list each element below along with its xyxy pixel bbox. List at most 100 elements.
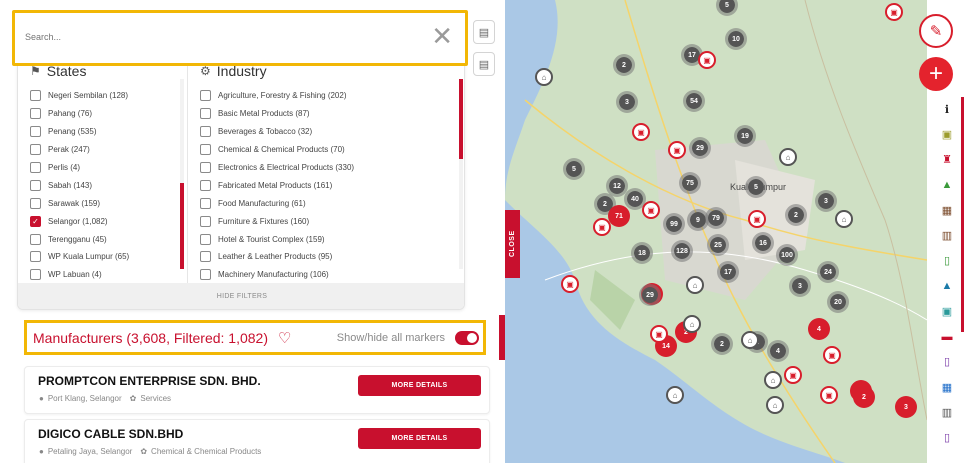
- office-marker[interactable]: ⌂: [766, 396, 784, 414]
- books-icon[interactable]: ▯: [938, 353, 956, 371]
- heart-icon[interactable]: ♡: [278, 329, 291, 347]
- filter-option[interactable]: ✓ Selangor (1,082): [30, 212, 129, 230]
- filter-checkbox[interactable]: [200, 126, 211, 138]
- filter-option[interactable]: Negeri Sembilan (128): [30, 87, 129, 105]
- factory-marker[interactable]: ▣: [748, 210, 766, 228]
- office-marker[interactable]: ⌂: [683, 315, 701, 333]
- filter-option[interactable]: Electronics & Electrical Products (330): [200, 159, 354, 177]
- map-cluster[interactable]: 99: [663, 213, 685, 235]
- factory-marker[interactable]: ▣: [885, 3, 903, 21]
- filter-option[interactable]: Sabah (143): [30, 176, 129, 194]
- office-marker[interactable]: ⌂: [779, 148, 797, 166]
- office-marker[interactable]: ⌂: [686, 276, 704, 294]
- education-icon[interactable]: ▲: [938, 176, 956, 194]
- map-cluster[interactable]: 3: [616, 91, 638, 113]
- map-cluster[interactable]: 3: [789, 275, 811, 297]
- filter-option[interactable]: Agriculture, Forestry & Fishing (202): [200, 87, 354, 105]
- filter-option[interactable]: Fabricated Metal Products (161): [200, 176, 354, 194]
- map-cluster[interactable]: 4: [767, 340, 789, 362]
- filter-option[interactable]: WP Kuala Lumpur (65): [30, 248, 129, 266]
- states-scrollbar[interactable]: [180, 79, 184, 269]
- map-cluster[interactable]: 2: [613, 54, 635, 76]
- filter-option[interactable]: Food Manufacturing (61): [200, 194, 354, 212]
- office-marker[interactable]: ⌂: [764, 371, 782, 389]
- filter-checkbox[interactable]: [30, 162, 41, 173]
- filter-checkbox[interactable]: [30, 90, 41, 102]
- filter-checkbox[interactable]: [200, 90, 211, 102]
- map-cluster[interactable]: 16: [752, 232, 774, 254]
- map-cluster[interactable]: 20: [827, 291, 849, 313]
- map-cluster[interactable]: 19: [734, 125, 756, 147]
- more-details-button[interactable]: MORE DETAILS: [358, 375, 481, 396]
- manufacturer-name[interactable]: DIGICO CABLE SDN.BHD: [38, 427, 183, 441]
- map-cluster[interactable]: 54: [683, 90, 705, 112]
- factory-marker[interactable]: ▣: [561, 275, 579, 293]
- map-cluster[interactable]: 79: [705, 207, 727, 229]
- map-cluster[interactable]: 4: [808, 318, 830, 340]
- map-cluster[interactable]: 75: [679, 172, 701, 194]
- factory-marker[interactable]: ▣: [784, 366, 802, 384]
- filter-checkbox[interactable]: [200, 233, 211, 245]
- building-icon[interactable]: ♜: [938, 151, 956, 169]
- filter-option[interactable]: Sarawak (159): [30, 194, 129, 212]
- filter-checkbox[interactable]: [200, 179, 211, 191]
- archive-icon[interactable]: ▯: [938, 429, 956, 447]
- filter-option[interactable]: Perak (247): [30, 141, 129, 159]
- factory-marker[interactable]: ▣: [698, 51, 716, 69]
- filter-option[interactable]: Hotel & Tourist Complex (159): [200, 230, 354, 248]
- map-cluster[interactable]: 17: [717, 261, 739, 283]
- filter-checkbox[interactable]: [30, 233, 41, 245]
- industry-scrollbar-thumb[interactable]: [459, 79, 463, 159]
- filter-option[interactable]: Chemical & Chemical Products (70): [200, 141, 354, 159]
- filter-checkbox[interactable]: [30, 126, 41, 138]
- map-cluster[interactable]: 128: [671, 240, 693, 262]
- map-cluster[interactable]: 25: [707, 234, 729, 256]
- map-cluster[interactable]: 3: [895, 396, 917, 418]
- ship-icon[interactable]: ▬: [938, 328, 956, 346]
- factory-marker[interactable]: ▣: [820, 386, 838, 404]
- filter-option[interactable]: Furniture & Fixtures (160): [200, 212, 354, 230]
- filter-option[interactable]: Leather & Leather Products (95): [200, 248, 354, 266]
- factory-marker[interactable]: ▣: [650, 325, 668, 343]
- filter-checkbox[interactable]: [200, 162, 211, 173]
- office-marker[interactable]: ⌂: [741, 331, 759, 349]
- filter-checkbox[interactable]: [30, 108, 41, 120]
- factory-icon[interactable]: ▦: [938, 201, 956, 219]
- filter-checkbox[interactable]: ✓: [30, 215, 41, 227]
- filter-option[interactable]: Beverages & Tobacco (32): [200, 123, 354, 141]
- map-cluster[interactable]: 5: [745, 176, 767, 198]
- train-icon[interactable]: ▣: [938, 302, 956, 320]
- filter-option[interactable]: Machinery Manufacturing (106): [200, 266, 354, 284]
- map-cluster[interactable]: 29: [639, 284, 661, 306]
- hide-filters-button[interactable]: HIDE FILTERS: [18, 283, 464, 309]
- more-details-button[interactable]: MORE DETAILS: [358, 428, 481, 449]
- bus-icon[interactable]: ▣: [938, 125, 956, 143]
- map-cluster[interactable]: 10: [725, 28, 747, 50]
- map-cluster[interactable]: 24: [817, 261, 839, 283]
- filter-option[interactable]: Terengganu (45): [30, 230, 129, 248]
- factory-marker[interactable]: ▣: [642, 201, 660, 219]
- office-marker[interactable]: ⌂: [535, 68, 553, 86]
- factory-marker[interactable]: ▣: [593, 218, 611, 236]
- filter-checkbox[interactable]: [30, 269, 41, 281]
- add-button[interactable]: +: [919, 57, 953, 91]
- filter-option[interactable]: WP Labuan (4): [30, 266, 129, 284]
- factory-marker[interactable]: ▣: [668, 141, 686, 159]
- factory-marker[interactable]: ▣: [823, 346, 841, 364]
- filter-checkbox[interactable]: [200, 269, 211, 281]
- filter-checkbox[interactable]: [30, 251, 41, 263]
- filter-option[interactable]: Basic Metal Products (87): [200, 105, 354, 123]
- map-cluster[interactable]: 2: [785, 204, 807, 226]
- map-cluster[interactable]: 71: [608, 205, 630, 227]
- close-icon[interactable]: ✕: [431, 21, 453, 51]
- map-cluster[interactable]: 3: [815, 190, 837, 212]
- map-cluster[interactable]: 29: [689, 137, 711, 159]
- filter-checkbox[interactable]: [30, 197, 41, 209]
- industry-scrollbar[interactable]: [459, 79, 463, 269]
- filter-checkbox[interactable]: [200, 144, 211, 156]
- filter-checkbox[interactable]: [200, 197, 211, 209]
- filter-checkbox[interactable]: [200, 251, 211, 263]
- office-marker[interactable]: ⌂: [666, 386, 684, 404]
- filter-option[interactable]: Perlis (4): [30, 159, 129, 177]
- government-icon[interactable]: ▥: [938, 404, 956, 422]
